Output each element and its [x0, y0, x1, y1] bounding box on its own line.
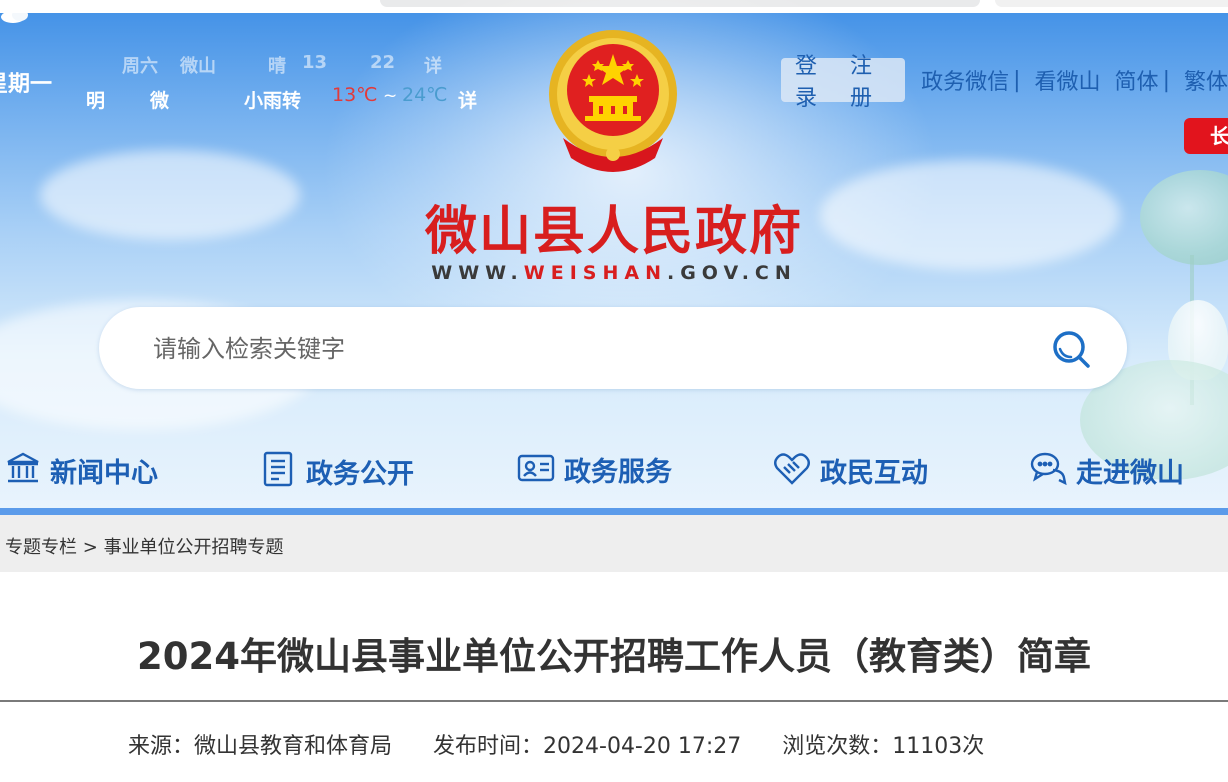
search-bar: [99, 307, 1127, 389]
forecast-day: 明: [86, 90, 106, 112]
nav-label: 新闻中心: [50, 457, 158, 489]
site-url-highlight: WEISHAN: [523, 262, 667, 284]
login-register-box: 登录 注册: [781, 54, 906, 111]
breadcrumb-item-recruitment[interactable]: 事业单位公开招聘专题: [104, 537, 284, 558]
weather-faded-text: 周六: [122, 56, 158, 77]
nav-government-services[interactable]: 政务服务: [517, 450, 672, 489]
handshake-icon: [773, 450, 811, 490]
title-divider: [0, 700, 1228, 702]
weather-faded-text: 22: [370, 52, 396, 73]
nav-news-center[interactable]: 新闻中心: [5, 450, 158, 490]
weather-faded-text: 详: [424, 56, 442, 77]
separator: |: [1162, 67, 1170, 93]
traditional-chinese-link[interactable]: 繁体: [1184, 64, 1228, 96]
nav-label: 政务服务: [564, 457, 672, 488]
simplified-chinese-link[interactable]: 简体: [1115, 64, 1159, 96]
main-nav: 新闻中心 政务公开 政务服务 政民互动 走进微山: [0, 436, 1228, 508]
temp-high: 13℃: [332, 84, 378, 106]
temp-low: 24℃: [402, 84, 448, 106]
site-url-suffix: .GOV.CN: [666, 262, 797, 284]
wechat-link[interactable]: 政务微信: [921, 64, 1009, 96]
weather-faded-text: 13: [302, 52, 328, 73]
login-link[interactable]: 登录: [795, 48, 836, 112]
weather-condition: 小雨转: [244, 90, 302, 112]
article-meta: 来源：微山县教育和体育局 发布时间：2024-04-20 17:27 浏览次数：…: [128, 728, 1018, 760]
nav-public-interaction[interactable]: 政民互动: [773, 450, 928, 490]
weather-detail-link[interactable]: 详: [458, 86, 477, 113]
search-input[interactable]: [151, 327, 1015, 371]
browser-tab-edge: [995, 0, 1228, 7]
article-source: 来源：微山县教育和体育局: [128, 734, 393, 759]
see-weishan-link[interactable]: 看微山: [1035, 64, 1101, 96]
site-header: 周六 微山 晴 13 22 详 星期一 明 微 小雨转 13℃ ~ 24℃ 详 …: [0, 0, 1228, 515]
nav-bottom-bar: [0, 508, 1228, 515]
register-link[interactable]: 注册: [850, 48, 891, 112]
article-publish-time: 发布时间：2024-04-20 17:27: [433, 734, 742, 759]
building-icon: [5, 450, 41, 490]
site-url: WWW.WEISHAN.GOV.CN: [0, 262, 1228, 284]
national-emblem-icon: [543, 26, 683, 176]
elder-mode-button[interactable]: 长: [1184, 118, 1228, 154]
breadcrumb-item-topics[interactable]: 专题专栏: [5, 537, 77, 558]
chat-icon: [1029, 450, 1067, 490]
weather-faded-text: 微山: [180, 56, 216, 77]
weather-widget: 周六 微山 晴 13 22 详 星期一 明 微 小雨转 13℃ ~ 24℃ 详: [0, 50, 520, 120]
nav-label: 走进微山: [1076, 457, 1184, 489]
separator: |: [1013, 67, 1021, 93]
article-view-count: 浏览次数：11103次: [782, 734, 985, 759]
weather-faded-text: 晴: [268, 56, 286, 77]
search-icon[interactable]: [1049, 327, 1093, 375]
nav-government-affairs[interactable]: 政务公开: [261, 450, 414, 492]
top-utility-nav: 登录 注册 政务微信 | 看微山 简体 | 繁体: [781, 54, 1228, 111]
nav-label: 政务公开: [306, 458, 414, 490]
breadcrumb: 专题专栏 > 事业单位公开招聘专题: [0, 515, 1228, 572]
temp-separator: ~: [383, 86, 398, 106]
document-icon: [261, 450, 297, 492]
weather-location: 微: [150, 90, 170, 112]
site-url-prefix: WWW.: [431, 262, 524, 284]
article-title: 2024年微山县事业单位公开招聘工作人员（教育类）简章: [137, 635, 1091, 678]
site-title: 微山县人民政府: [424, 201, 803, 262]
id-card-icon: [517, 452, 555, 488]
nav-label: 政民互动: [820, 457, 928, 489]
weekday-text: 星期一: [0, 72, 53, 97]
nav-about-weishan[interactable]: 走进微山: [1029, 450, 1184, 490]
breadcrumb-separator: >: [82, 537, 98, 558]
